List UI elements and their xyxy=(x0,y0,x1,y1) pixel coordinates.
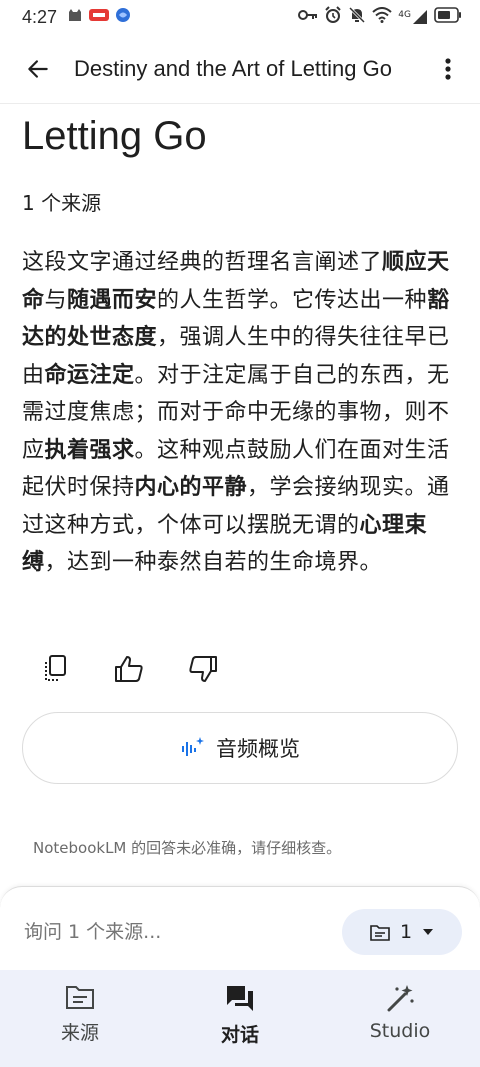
notebook-title: Destiny and the Art of Letting Go xyxy=(74,55,392,81)
audio-overview-label: 音频概览 xyxy=(216,737,300,761)
app-bar: Destiny and the Art of Letting Go xyxy=(0,34,480,104)
status-time: 4:27 xyxy=(22,6,58,27)
bottom-nav: 来源 对话 Studio xyxy=(0,970,480,1067)
nav-item-studio[interactable]: Studio xyxy=(320,970,480,1067)
back-button[interactable] xyxy=(10,41,66,97)
dislike-button[interactable] xyxy=(188,654,218,684)
nav-item-chat[interactable]: 对话 xyxy=(160,970,320,1067)
copy-button[interactable] xyxy=(40,654,70,684)
summary-text: 的人生哲学。它传达出一种 xyxy=(157,287,428,313)
notification-badge-icon xyxy=(89,7,110,27)
summary-highlight: 随遇而安 xyxy=(67,287,158,313)
nav-label-sources: 来源 xyxy=(60,1022,99,1044)
note-summary: 这段文字通过经典的哲理名言阐述了顺应天命与随遇而安的人生哲学。它传达出一种豁达的… xyxy=(22,244,460,582)
wifi-icon xyxy=(372,6,392,28)
magic-wand-icon xyxy=(387,985,414,1012)
status-right-icons: 4G xyxy=(298,5,462,29)
summary-text: 与 xyxy=(44,287,68,313)
arrow-back-icon xyxy=(28,59,48,78)
audio-sparkle-icon xyxy=(182,737,204,756)
chat-input[interactable]: 询问 1 个来源... xyxy=(24,917,161,944)
thumb-up-icon xyxy=(115,656,143,682)
chat-input-bar: 询问 1 个来源... 1 xyxy=(0,886,480,970)
more-options-button[interactable] xyxy=(426,41,470,97)
summary-highlight: 命运注定 xyxy=(44,362,135,388)
summary-text: 这段文字通过经典的哲理名言阐述了 xyxy=(22,250,383,275)
note-title: Letting Go xyxy=(22,114,207,158)
signal-icon: 4G xyxy=(398,10,428,24)
document-icon xyxy=(370,925,390,941)
mute-icon xyxy=(348,6,366,29)
battery-icon xyxy=(434,6,462,28)
status-left-icons xyxy=(67,7,131,28)
dropdown-arrow-icon xyxy=(423,929,434,935)
note-content: Letting Go 1 个来源 这段文字通过经典的哲理名言阐述了顺应天命与随遇… xyxy=(0,104,480,884)
disclaimer-text: NotebookLM 的回答未必准确，请仔细核查。 xyxy=(33,839,342,857)
summary-highlight: 内心的平静 xyxy=(134,475,248,500)
cat-icon xyxy=(67,7,83,27)
more-vert-icon xyxy=(445,57,451,80)
thumb-down-icon xyxy=(189,656,217,682)
chat-icon xyxy=(227,986,253,1011)
source-selector-button[interactable]: 1 xyxy=(342,909,462,955)
response-actions xyxy=(22,649,218,689)
alarm-icon xyxy=(324,5,342,29)
copy-icon xyxy=(45,655,66,681)
nav-label-studio: Studio xyxy=(369,1020,431,1042)
like-button[interactable] xyxy=(114,654,144,684)
browser-icon xyxy=(115,7,131,28)
nav-label-chat: 对话 xyxy=(220,1024,259,1046)
status-bar: 4:27 4G xyxy=(0,0,480,34)
key-icon xyxy=(298,7,318,27)
nav-item-sources[interactable]: 来源 xyxy=(0,970,160,1067)
source-selector-count: 1 xyxy=(399,921,413,943)
summary-highlight: 执着强求 xyxy=(44,437,135,463)
network-type-label: 4G xyxy=(398,10,411,20)
source-count: 1 个来源 xyxy=(22,191,102,215)
audio-overview-button[interactable]: 音频概览 xyxy=(22,712,458,784)
sources-icon xyxy=(66,986,94,1009)
summary-text: ，达到一种泰然自若的生命境界。 xyxy=(44,550,383,575)
